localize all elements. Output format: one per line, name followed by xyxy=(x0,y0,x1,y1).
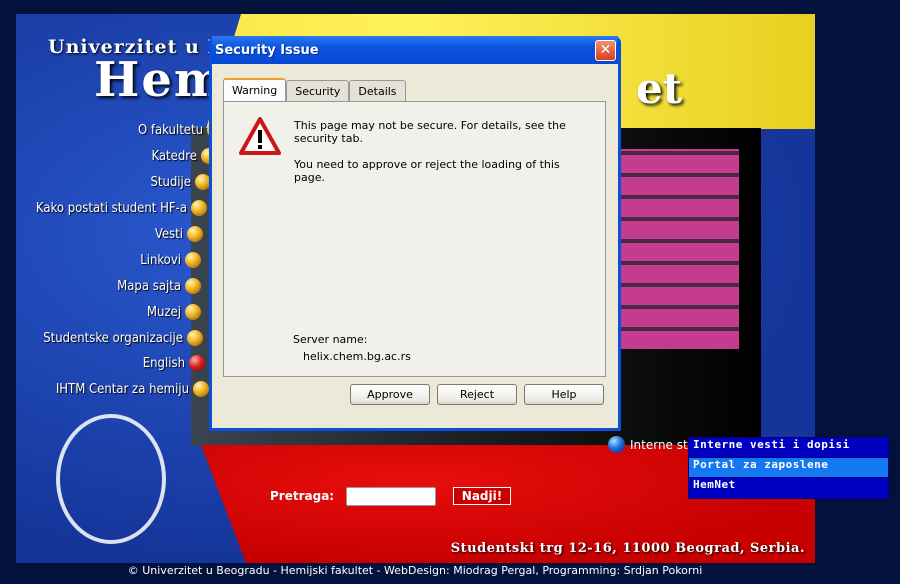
nav-item[interactable]: Studentske organizacije xyxy=(43,328,203,348)
nav-item-label: Katedre xyxy=(151,148,197,164)
security-dialog: Security Issue ✕ Warning Security Detail… xyxy=(209,36,621,431)
server-name-value: helix.chem.bg.ac.rs xyxy=(303,350,411,363)
blue-orb-icon xyxy=(608,436,625,453)
nav-item[interactable]: Kako postati student HF-a xyxy=(36,198,207,218)
dialog-title: Security Issue xyxy=(215,42,319,58)
nav-item-label: Studentske organizacije xyxy=(43,330,183,346)
nav-item[interactable]: Mapa sajta xyxy=(117,276,201,296)
tab-security[interactable]: Security xyxy=(286,80,350,102)
nav-item-label: Muzej xyxy=(146,304,181,320)
faculty-name-end: et xyxy=(636,64,683,113)
periodic-table-image xyxy=(621,149,739,349)
faculty-logo xyxy=(56,414,166,544)
approve-button[interactable]: Approve xyxy=(350,384,430,405)
internal-pages-link[interactable]: Interne str xyxy=(608,436,693,453)
close-button[interactable]: ✕ xyxy=(595,39,616,61)
nav-item[interactable]: Linkovi xyxy=(140,250,201,270)
address: Studentski trg 12-16, 11000 Beograd, Ser… xyxy=(450,541,805,556)
tab-details[interactable]: Details xyxy=(349,80,406,102)
nav-item-label: Linkovi xyxy=(140,252,181,268)
server-name-label: Server name: xyxy=(293,333,368,346)
dialog-titlebar[interactable]: Security Issue ✕ xyxy=(212,36,618,64)
approve-text: You need to approve or reject the loadin… xyxy=(294,158,560,184)
menu-item-hemnet[interactable]: HemNet xyxy=(689,478,888,498)
internal-pages-label: Interne str xyxy=(630,437,693,452)
nav-item-label: Mapa sajta xyxy=(117,278,181,294)
dialog-tabs: Warning Security Details xyxy=(223,77,406,103)
orb-icon xyxy=(185,278,201,294)
nav-item-label: O fakultetu xyxy=(137,122,203,138)
search-button[interactable]: Nadji! xyxy=(453,487,511,505)
orb-icon xyxy=(185,252,201,268)
faculty-name: Hem xyxy=(94,52,227,108)
nav-item[interactable]: Studije xyxy=(150,172,211,192)
search-input[interactable] xyxy=(346,487,436,506)
orb-icon xyxy=(187,330,203,346)
help-button[interactable]: Help xyxy=(524,384,604,405)
internal-dropdown-menu: Interne vesti i dopisi Portal za zaposle… xyxy=(688,437,889,499)
orb-icon xyxy=(191,200,207,216)
search-label: Pretraga: xyxy=(270,489,335,503)
nav-item-label: Kako postati student HF-a xyxy=(35,200,187,216)
tab-warning[interactable]: Warning xyxy=(223,78,287,103)
nav-item[interactable]: Vesti xyxy=(155,224,203,244)
nav-item[interactable]: IHTM Centar za hemiju xyxy=(56,379,209,399)
nav-item[interactable]: Muzej xyxy=(147,302,201,322)
orb-icon xyxy=(189,355,205,371)
warning-text: This page may not be secure. For details… xyxy=(294,119,566,145)
warning-triangle-icon xyxy=(239,117,281,155)
nav-item-label: Vesti xyxy=(154,226,183,242)
nav-item[interactable]: English xyxy=(143,353,205,373)
nav-item[interactable]: Katedre xyxy=(151,146,217,166)
reject-button[interactable]: Reject xyxy=(437,384,517,405)
nav-item-label: IHTM Centar za hemiju xyxy=(55,381,189,397)
warning-message: This page may not be secure. For details… xyxy=(294,119,594,184)
menu-item-interne-vesti[interactable]: Interne vesti i dopisi xyxy=(689,438,888,458)
orb-icon xyxy=(185,304,201,320)
footer-credits: © Univerzitet u Beogradu - Hemijski faku… xyxy=(127,564,703,577)
nav-item-label: English xyxy=(142,355,185,371)
warning-panel: This page may not be secure. For details… xyxy=(223,101,606,377)
orb-icon xyxy=(187,226,203,242)
orb-icon xyxy=(193,381,209,397)
nav-item-label: Studije xyxy=(150,174,191,190)
menu-item-portal[interactable]: Portal za zaposlene xyxy=(689,458,888,478)
